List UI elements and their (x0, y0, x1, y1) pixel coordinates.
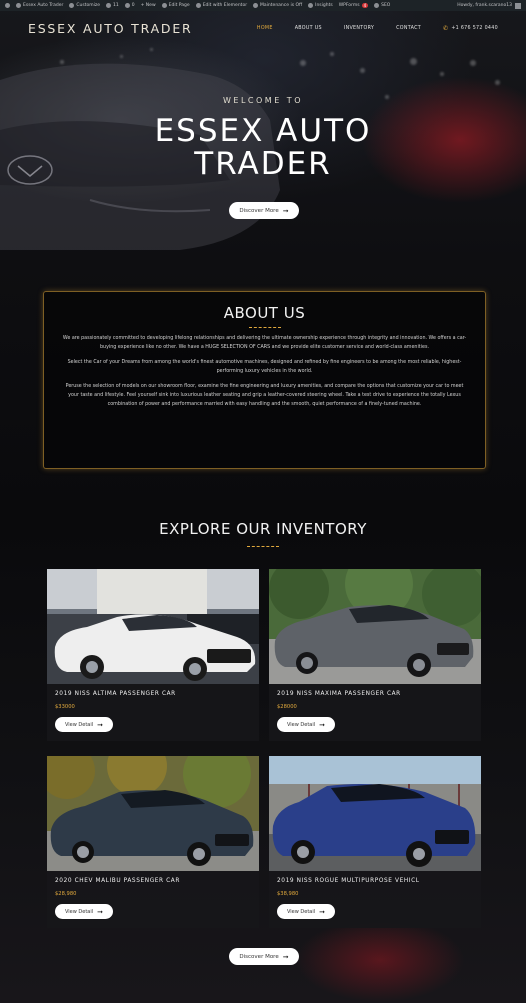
about-divider (248, 327, 281, 328)
about-paragraph-3: Peruse the selection of models on our sh… (65, 384, 464, 407)
button-label: View Detail (64, 721, 94, 728)
nav-home[interactable]: HOME (257, 26, 273, 31)
view-detail-button[interactable]: View Detail ➞ (277, 717, 335, 732)
about-paragraph-1: We are passionately committed to develop… (62, 336, 467, 350)
refresh-icon (106, 3, 111, 8)
view-detail-button[interactable]: View Detail ➞ (55, 717, 113, 732)
button-label: View Detail (286, 908, 316, 915)
phone-number: +1 676 572 0440 (451, 25, 498, 31)
nav-about-us[interactable]: ABOUT US (295, 26, 322, 31)
arrow-right-icon: ➞ (97, 720, 104, 729)
car-price: $33000 (55, 704, 75, 710)
button-label: Discover More (239, 207, 279, 214)
admin-bar-insights[interactable]: Insights (308, 3, 333, 8)
site-logo[interactable]: ESSEX AUTO TRADER (28, 21, 193, 36)
button-label: Discover More (239, 953, 279, 960)
inventory-card: 2020 CHEV MALIBU PASSENGER CAR $28,980 V… (47, 756, 259, 928)
pencil-icon (161, 3, 167, 8)
chart-icon (308, 3, 314, 8)
comment-icon (124, 3, 130, 8)
admin-bar-label: Maintenance is Off (260, 3, 303, 8)
nav-inventory[interactable]: INVENTORY (344, 26, 374, 31)
admin-bar-label: 0 (131, 3, 135, 8)
button-label: View Detail (64, 908, 94, 915)
phone-icon: ✆ (443, 24, 449, 32)
admin-bar-customize[interactable]: Customize (69, 3, 100, 8)
admin-bar-seo[interactable]: SEO (374, 3, 390, 8)
nav-contact[interactable]: CONTACT (396, 26, 421, 31)
hero-title: ESSEX AUTO TRADER (0, 115, 526, 181)
inventory-divider (247, 546, 279, 547)
admin-bar-label: + New (140, 3, 156, 8)
car-name[interactable]: 2019 NISS ALTIMA PASSENGER CAR (55, 691, 176, 697)
view-detail-button[interactable]: View Detail ➞ (55, 904, 113, 919)
car-name[interactable]: 2019 NISS ROGUE MULTIPURPOSE VEHICL (277, 878, 420, 884)
arrow-right-icon: ➞ (319, 720, 326, 729)
header-phone[interactable]: ✆ +1 676 572 0440 (443, 25, 498, 32)
hero-welcome: WELCOME TO (223, 96, 303, 105)
about-paragraph-2: Select the Car of your Dreams from among… (67, 360, 462, 374)
arrow-right-icon: ➞ (282, 952, 289, 961)
admin-bar-label: Customize (76, 3, 100, 8)
view-detail-button[interactable]: View Detail ➞ (277, 904, 335, 919)
car-photo[interactable] (269, 569, 481, 684)
admin-bar-updates[interactable]: 11 (106, 3, 119, 8)
car-price: $28000 (277, 704, 297, 710)
admin-bar-account[interactable]: Howdy, frank.scarano13 (457, 2, 521, 9)
admin-bar-elementor[interactable]: Edit with Elementor (195, 3, 248, 8)
admin-bar-new[interactable]: + New (141, 3, 156, 8)
inventory-card: 2019 NISS ALTIMA PASSENGER CAR $33000 Vi… (47, 569, 259, 741)
car-photo[interactable] (47, 756, 259, 871)
inventory-title: EXPLORE OUR INVENTORY (159, 520, 367, 538)
wp-admin-bar: Essex Auto Trader Customize 11 0 + New E… (0, 0, 526, 11)
admin-bar-label: Insights (315, 3, 333, 8)
hero-title-line-1: ESSEX AUTO (154, 113, 372, 149)
about-title: ABOUT US (223, 304, 306, 322)
avatar (515, 2, 521, 9)
tools-icon (253, 3, 259, 8)
hero-title-line-2: TRADER (194, 146, 332, 182)
admin-bar-comments[interactable]: 0 (124, 3, 135, 8)
brush-icon (69, 3, 75, 8)
car-price: $28,980 (55, 891, 77, 897)
arrow-right-icon: ➞ (282, 206, 289, 215)
main-nav: HOME ABOUT US INVENTORY CONTACT ✆ +1 676… (257, 25, 498, 32)
button-label: View Detail (286, 721, 316, 728)
admin-bar-label: Edit with Elementor (202, 3, 248, 8)
wordpress-icon (5, 3, 10, 8)
seo-icon (374, 3, 380, 8)
admin-bar-label: Essex Auto Trader (23, 3, 64, 8)
home-icon (16, 3, 21, 8)
site-header: ESSEX AUTO TRADER HOME ABOUT US INVENTOR… (0, 11, 526, 45)
elementor-icon (195, 3, 201, 8)
howdy-text: Howdy, frank.scarano13 (457, 3, 512, 8)
inventory-card: 2019 NISS ROGUE MULTIPURPOSE VEHICL $38,… (269, 756, 481, 928)
inventory-discover-more-button[interactable]: Discover More ➞ (229, 948, 299, 965)
admin-bar-label: WPForms (338, 3, 360, 8)
admin-bar-edit-page[interactable]: Edit Page (161, 3, 190, 8)
admin-bar-site-name[interactable]: Essex Auto Trader (16, 3, 63, 8)
admin-bar-label: Edit Page (168, 3, 190, 8)
wpforms-badge: 4 (361, 3, 369, 8)
admin-bar-item[interactable] (5, 3, 10, 8)
car-photo[interactable] (47, 569, 259, 684)
car-price: $38,980 (277, 891, 299, 897)
admin-bar-wpforms[interactable]: WPForms 4 (338, 3, 369, 8)
inventory-card: 2019 NISS MAXIMA PASSENGER CAR $28000 Vi… (269, 569, 481, 741)
about-section: ABOUT US We are passionately committed t… (43, 291, 486, 469)
car-name[interactable]: 2019 NISS MAXIMA PASSENGER CAR (277, 691, 401, 697)
car-name[interactable]: 2020 CHEV MALIBU PASSENGER CAR (55, 878, 180, 884)
hero-discover-more-button[interactable]: Discover More ➞ (229, 202, 299, 219)
admin-bar-label: SEO (381, 3, 391, 8)
arrow-right-icon: ➞ (97, 907, 104, 916)
arrow-right-icon: ➞ (319, 907, 326, 916)
admin-bar-maintenance[interactable]: Maintenance is Off (253, 3, 302, 8)
admin-bar-label: 11 (113, 3, 119, 8)
car-photo[interactable] (269, 756, 481, 871)
